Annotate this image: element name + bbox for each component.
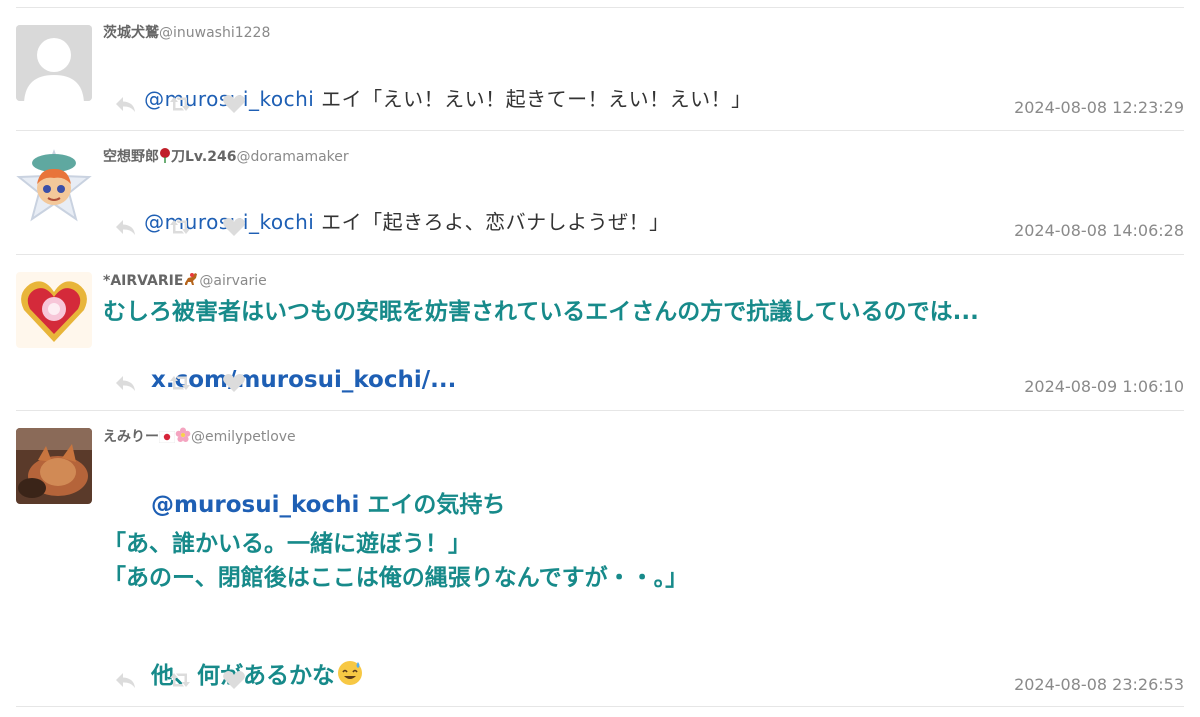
heart-icon[interactable] (221, 373, 247, 393)
avatar[interactable] (16, 148, 92, 224)
tweet-text-content: エイ「起きろよ、恋バナしようぜ！」 (314, 210, 670, 234)
mention-link[interactable]: @murosui_kochi (151, 492, 359, 518)
heart-icon[interactable] (221, 670, 247, 690)
author-handle[interactable]: @doramamaker (236, 149, 348, 165)
tweet-actions (113, 217, 247, 237)
tweet-actions (113, 373, 247, 393)
tweet-actions (113, 670, 247, 690)
tweet-timestamp[interactable]: 2024-08-08 23:26:53 (1014, 675, 1184, 695)
tweet-text-line: 「あのー、閉館後はここは俺の縄張りなんですが・・。」 (103, 565, 689, 591)
author-name[interactable]: 茨城犬鷲 (103, 25, 159, 41)
heart-brooch-avatar-icon (16, 272, 92, 348)
author-handle[interactable]: @inuwashi1228 (159, 25, 270, 41)
rose-icon (159, 147, 171, 168)
reply-icon[interactable] (113, 670, 139, 690)
avatar[interactable] (16, 428, 92, 504)
tweet-timestamp[interactable]: 2024-08-09 1:06:10 (1024, 377, 1184, 397)
reply-icon[interactable] (113, 217, 139, 237)
heart-icon[interactable] (221, 217, 247, 237)
horse-racing-icon (183, 271, 199, 292)
byline: 空想野郎 刀Lv.246@doramamaker (103, 147, 349, 168)
star-character-avatar-icon (16, 148, 92, 224)
tweet-feed: 茨城犬鷲@inuwashi1228 @murosui_kochi エイ「えい！え… (0, 0, 1200, 717)
author-name[interactable]: 空想野郎 (103, 149, 159, 165)
avatar[interactable] (16, 272, 92, 348)
tweet-text-line: 「あ、誰かいる。一緒に遊ぼう！」 (103, 531, 471, 557)
japan-flag-icon (158, 430, 176, 448)
pet-photo-avatar-icon (16, 428, 92, 504)
tweet-item: 茨城犬鷲@inuwashi1228 @murosui_kochi エイ「えい！え… (16, 8, 1184, 131)
retweet-icon[interactable] (167, 217, 193, 237)
tweet-text-content: エイ「えい！えい！起きてー！えい！えい！」 (314, 87, 752, 111)
author-name[interactable]: えみりー (103, 429, 159, 445)
avatar[interactable] (16, 25, 92, 101)
heart-icon[interactable] (221, 94, 247, 114)
author-name[interactable]: *AIRVARIE (103, 273, 183, 289)
tweet-timestamp[interactable]: 2024-08-08 12:23:29 (1014, 98, 1184, 118)
tweet-actions (113, 94, 247, 114)
author-handle[interactable]: @airvarie (199, 273, 266, 289)
byline: えみりー @emilypetlove (103, 427, 296, 448)
author-handle[interactable]: @emilypetlove (191, 429, 296, 445)
tweet-item: *AIRVARIE @airvarie むしろ被害者はいつもの安眠を妨害されている… (16, 255, 1184, 411)
tweet-item: 空想野郎刀Lv.246@doramamaker @murosui_kochi エ… (16, 131, 1184, 255)
retweet-icon[interactable] (167, 670, 193, 690)
default-avatar-icon (16, 25, 92, 101)
reply-icon[interactable] (113, 94, 139, 114)
author-name-suffix[interactable]: 刀Lv.246 (171, 149, 236, 165)
reply-icon[interactable] (113, 373, 139, 393)
tweet-text-content: エイの気持ち (359, 492, 506, 518)
byline: *AIRVARIE @airvarie (103, 271, 267, 292)
cherry-blossom-icon (175, 427, 191, 448)
tweet-timestamp[interactable]: 2024-08-08 14:06:28 (1014, 221, 1184, 241)
sweat-smile-emoji-icon (337, 660, 363, 694)
tweet-item: えみりー @emilypetlove @murosui_kochi エイの気持ち … (16, 411, 1184, 707)
byline: 茨城犬鷲@inuwashi1228 (103, 24, 270, 42)
retweet-icon[interactable] (167, 94, 193, 114)
retweet-icon[interactable] (167, 373, 193, 393)
tweet-text: むしろ被害者はいつもの安眠を妨害されているエイさんの方で抗議しているのでは... (103, 299, 979, 325)
